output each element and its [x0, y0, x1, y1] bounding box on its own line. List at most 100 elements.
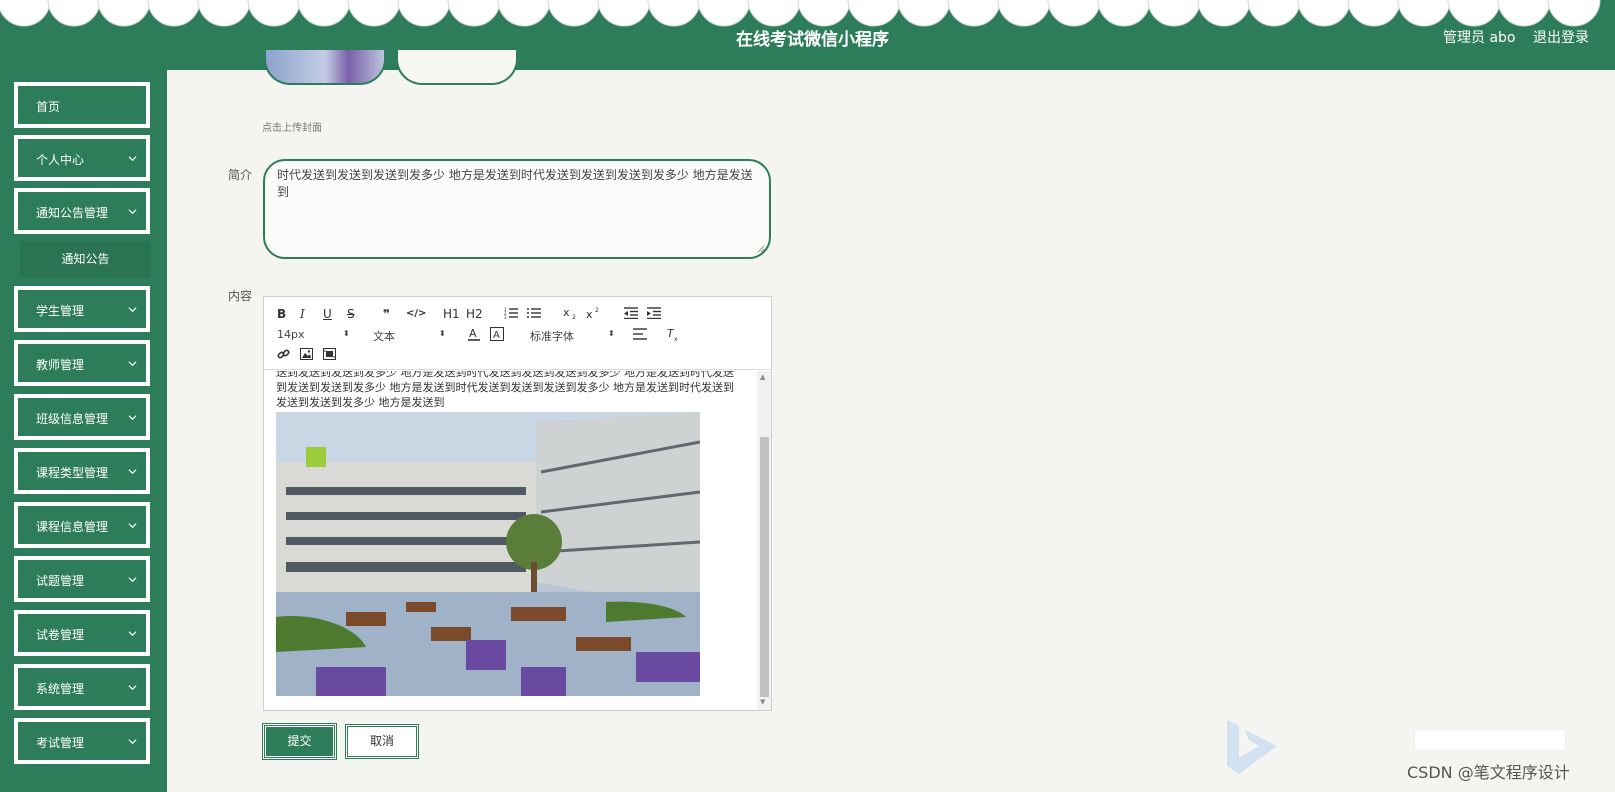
link-icon[interactable]: [277, 348, 290, 361]
block-type-value: 文本: [373, 330, 395, 343]
select-arrow-icon: ⬍: [608, 329, 615, 338]
sidebar-item-label: 教师管理: [36, 358, 85, 372]
cancel-button[interactable]: 取消: [345, 724, 419, 759]
sidebar: 首页 个人中心 通知公告管理 通知公告 学生管理 教师管理 班级信息管理 课程类…: [0, 70, 167, 792]
sidebar-item-paper-management[interactable]: 试卷管理: [14, 610, 150, 656]
outdent-icon[interactable]: [624, 307, 638, 319]
font-size-select[interactable]: 14px ⬍: [277, 328, 352, 341]
sidebar-item-teacher-management[interactable]: 教师管理: [14, 340, 150, 386]
sidebar-item-label: 试卷管理: [36, 628, 85, 642]
sidebar-item-label: 课程类型管理: [36, 466, 109, 480]
blockquote-button[interactable]: ❞: [383, 307, 390, 321]
editor-content-area[interactable]: 送到发送到发送到发多少 地方是发送到时代发送到发送到发送到发多少 地方是发送到时…: [264, 371, 756, 710]
select-arrow-icon: ⬍: [343, 329, 350, 338]
scroll-up-icon[interactable]: ▲: [760, 373, 765, 381]
chevron-down-icon: [128, 685, 137, 691]
intro-label: 简介: [228, 168, 253, 182]
superscript-icon[interactable]: x2: [586, 306, 602, 320]
chevron-down-icon: [128, 156, 137, 162]
heading2-button[interactable]: H2: [466, 307, 483, 321]
svg-text:x: x: [563, 306, 570, 319]
intro-textarea[interactable]: 时代发送到发送到发送到发多少 地方是发送到时代发送到发送到发送到发多少 地方是发…: [263, 159, 771, 259]
bold-button[interactable]: B: [277, 307, 286, 321]
scroll-down-icon[interactable]: ▼: [760, 698, 765, 706]
chevron-down-icon: [128, 361, 137, 367]
sidebar-item-class-management[interactable]: 班级信息管理: [14, 394, 150, 440]
submit-button[interactable]: 提交: [262, 723, 337, 760]
heading1-button[interactable]: H1: [443, 307, 460, 321]
header-scallop-border: [0, 0, 1615, 28]
intro-text: 时代发送到发送到发送到发多少 地方是发送到时代发送到发送到发送到发多少 地方是发…: [277, 168, 753, 199]
svg-text:2: 2: [572, 314, 576, 320]
logout-link[interactable]: 退出登录: [1533, 27, 1589, 47]
sidebar-item-course-info-management[interactable]: 课程信息管理: [14, 502, 150, 548]
cover-image-thumbnail[interactable]: [264, 50, 386, 85]
chevron-down-icon: [128, 469, 137, 475]
toolbar-badge: [1414, 729, 1566, 751]
sidebar-item-home[interactable]: 首页: [14, 82, 150, 128]
sidebar-item-student-management[interactable]: 学生管理: [14, 286, 150, 332]
content-label: 内容: [228, 289, 253, 303]
rich-text-editor[interactable]: B I U S ❞ </> H1 H2 123 x2 x2 14px ⬍ 文本 …: [263, 296, 772, 711]
editor-toolbar: B I U S ❞ </> H1 H2 123 x2 x2 14px ⬍ 文本 …: [264, 297, 771, 370]
background-color-icon[interactable]: A: [490, 327, 504, 341]
sidebar-item-notice-management[interactable]: 通知公告管理: [14, 188, 150, 234]
ordered-list-icon[interactable]: 123: [504, 307, 518, 319]
svg-text:2: 2: [595, 307, 599, 314]
indent-icon[interactable]: [647, 307, 661, 319]
font-color-icon[interactable]: A: [467, 327, 481, 341]
sidebar-item-course-type-management[interactable]: 课程类型管理: [14, 448, 150, 494]
sidebar-item-label: 首页: [36, 100, 61, 114]
sidebar-item-label: 系统管理: [36, 682, 85, 696]
sidebar-item-label: 通知公告管理: [36, 206, 109, 220]
sidebar-item-label: 学生管理: [36, 304, 85, 318]
sidebar-item-label: 课程信息管理: [36, 520, 109, 534]
font-family-select[interactable]: 标准字体 ⬍: [530, 328, 616, 344]
admin-username: 管理员 abo: [1443, 30, 1516, 46]
clear-format-icon[interactable]: Tx: [666, 327, 680, 341]
underline-button[interactable]: U: [323, 307, 332, 321]
block-type-select[interactable]: 文本 ⬍: [373, 328, 448, 344]
chevron-down-icon: [128, 523, 137, 529]
svg-text:A: A: [469, 327, 477, 340]
editor-scrollbar[interactable]: ▲ ▼: [757, 371, 771, 710]
sidebar-item-question-management[interactable]: 试题管理: [14, 556, 150, 602]
resize-grip-icon[interactable]: [757, 245, 765, 253]
csdn-watermark: CSDN @笔文程序设计: [1407, 763, 1570, 782]
cover-upload-hint: 点击上传封面: [262, 123, 322, 134]
align-icon[interactable]: [633, 328, 647, 340]
sidebar-subitem-notice[interactable]: 通知公告: [20, 241, 151, 278]
video-icon[interactable]: [323, 348, 336, 360]
chevron-up-icon: [128, 209, 137, 215]
chevron-down-icon: [128, 631, 137, 637]
svg-text:x: x: [586, 308, 593, 320]
school-building-image: [276, 412, 700, 696]
scrollbar-thumb[interactable]: [760, 437, 769, 697]
chevron-down-icon: [128, 577, 137, 583]
chevron-down-icon: [128, 415, 137, 421]
font-size-value: 14px: [277, 328, 305, 341]
sidebar-item-exam-management[interactable]: 考试管理: [14, 718, 150, 764]
italic-button[interactable]: I: [300, 307, 305, 321]
sidebar-item-personal-center[interactable]: 个人中心: [14, 135, 150, 181]
strike-button[interactable]: S: [347, 307, 355, 321]
sidebar-item-label: 试题管理: [36, 574, 85, 588]
code-button[interactable]: </>: [406, 307, 426, 321]
image-icon[interactable]: [300, 348, 313, 360]
sidebar-item-label: 考试管理: [36, 736, 85, 750]
subscript-icon[interactable]: x2: [563, 306, 579, 320]
sidebar-item-label: 班级信息管理: [36, 412, 109, 426]
bing-logo-icon: [1227, 720, 1277, 774]
top-header: 在线考试微信小程序 管理员 abo 退出登录: [0, 0, 1615, 70]
editor-text: 送到发送到发送到发多少 地方是发送到时代发送到发送到发送到发多少 地方是发送到时…: [276, 371, 734, 409]
sidebar-item-label: 个人中心: [36, 153, 85, 167]
cover-upload-box[interactable]: [396, 50, 518, 85]
chevron-down-icon: [128, 307, 137, 313]
svg-text:x: x: [674, 336, 678, 341]
select-arrow-icon: ⬍: [439, 329, 446, 338]
sidebar-item-system-management[interactable]: 系统管理: [14, 664, 150, 710]
svg-text:A: A: [493, 330, 500, 341]
bullet-list-icon[interactable]: [527, 307, 541, 319]
font-family-value: 标准字体: [530, 330, 574, 343]
svg-text:3: 3: [504, 315, 507, 319]
